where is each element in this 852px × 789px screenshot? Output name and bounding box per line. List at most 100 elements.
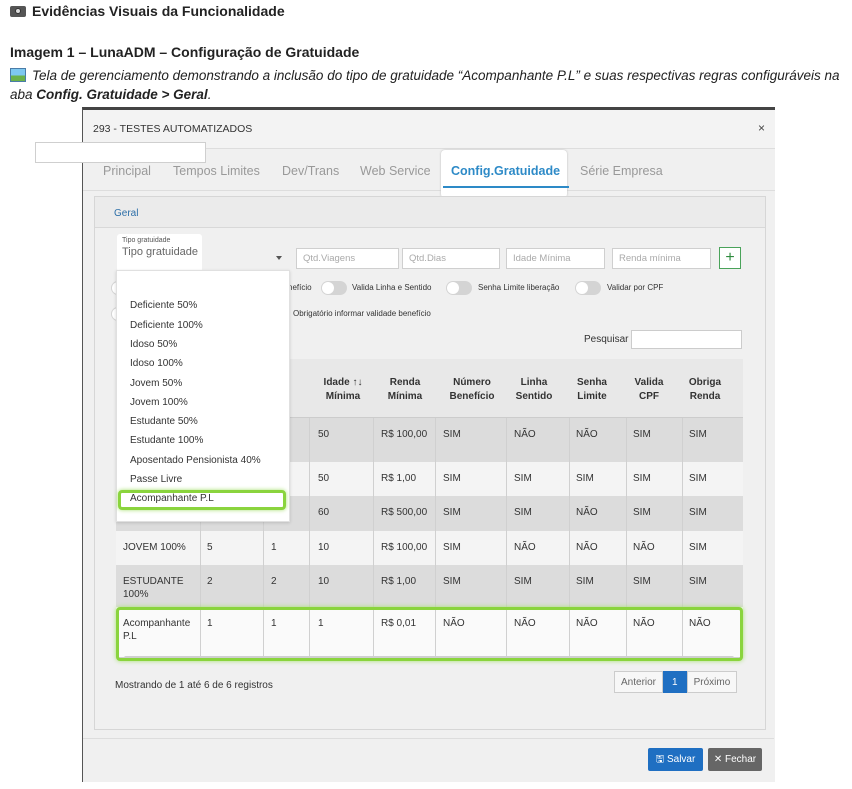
doc-subtitle: Imagem 1 – LunaADM – Configuração de Gra…	[10, 44, 360, 60]
column-divider	[435, 496, 436, 531]
toggle-senha-limite[interactable]	[446, 281, 472, 295]
pager-page-1[interactable]: 1	[663, 671, 687, 693]
tipo-gratuidade-field[interactable]: Tipo gratuidade Tipo gratuidade	[117, 234, 202, 272]
column-divider	[626, 462, 627, 496]
renda-minima-input[interactable]: Renda mínima	[612, 248, 711, 269]
cell-senha: NÃO	[576, 507, 598, 518]
column-divider	[626, 418, 627, 462]
column-divider	[263, 531, 264, 565]
picture-icon	[10, 68, 26, 82]
cell-cpf: SIM	[633, 576, 651, 587]
cell-numero: SIM	[443, 507, 461, 518]
cell-senha: SIM	[576, 576, 594, 587]
records-info: Mostrando de 1 até 6 de 6 registros	[115, 680, 273, 691]
column-divider	[682, 531, 683, 565]
table-row[interactable]: ESTUDANTE 100% 2 2 10 R$ 1,00 SIM SIM SIM SIM SIM	[116, 565, 743, 608]
dropdown-option[interactable]: Passe Livre	[130, 474, 182, 485]
cell-renda: R$ 500,00	[381, 507, 428, 518]
column-divider	[373, 531, 374, 565]
subtab-bar: Geral	[95, 197, 765, 228]
cell-idade: 60	[318, 507, 330, 518]
column-divider	[309, 496, 310, 531]
cell-renda: R$ 100,00	[381, 542, 428, 553]
dropdown-option[interactable]: Jovem 50%	[130, 378, 182, 389]
search-label: Pesquisar	[584, 334, 629, 345]
dropdown-option[interactable]: Idoso 100%	[130, 358, 183, 369]
close-label: Fechar	[725, 754, 757, 765]
cell-senha: NÃO	[576, 429, 598, 440]
toggle-beneficio-label: nefício	[288, 283, 312, 292]
tipo-gratuidade-placeholder: Tipo gratuidade	[122, 246, 199, 258]
dropdown-option[interactable]: Deficiente 50%	[130, 300, 197, 311]
cell-numero: SIM	[443, 542, 461, 553]
table-row[interactable]: JOVEM 100% 5 1 10 R$ 100,00 SIM NÃO NÃO NÃO SIM	[116, 531, 743, 566]
caption-bold: Config. Gratuidade > Geral	[36, 87, 208, 102]
cell-obriga: SIM	[689, 429, 707, 440]
column-divider	[569, 565, 570, 607]
column-divider	[309, 462, 310, 496]
close-icon[interactable]: ×	[758, 121, 765, 135]
cell-linha: SIM	[514, 473, 532, 484]
cell-senha: SIM	[576, 473, 594, 484]
doc-heading-text: Evidências Visuais da Funcionalidade	[32, 3, 285, 19]
qtd-viagens-input[interactable]: Qtd.Viagens	[296, 248, 399, 269]
pager-next[interactable]: Próximo	[686, 671, 738, 693]
column-divider	[626, 565, 627, 607]
cell-obriga: SIM	[689, 473, 707, 484]
column-divider	[435, 462, 436, 496]
cell-viagens: 5	[207, 542, 213, 553]
tab-config-gratuidade-label: Config.Gratuidade	[451, 164, 561, 178]
qtd-dias-input[interactable]: Qtd.Dias	[402, 248, 500, 269]
column-divider	[435, 418, 436, 462]
cell-tipo: ESTUDANTE 100%	[123, 576, 184, 600]
dropdown-option[interactable]: Estudante 50%	[130, 416, 198, 427]
column-divider	[626, 496, 627, 531]
doc-caption: Tela de gerenciamento demonstrando a inc…	[10, 66, 840, 104]
tab-serie-empresa[interactable]: Série Empresa	[580, 164, 663, 178]
header-obriga-renda: Obriga Renda	[688, 377, 722, 402]
search-input[interactable]	[631, 330, 742, 349]
add-button[interactable]: +	[719, 247, 741, 269]
cell-idade: 50	[318, 473, 330, 484]
column-divider	[200, 531, 201, 565]
column-divider	[682, 496, 683, 531]
tab-principal[interactable]: Principal	[103, 164, 151, 178]
pagination: Anterior 1 Próximo	[614, 671, 738, 693]
dropdown-option[interactable]: Idoso 50%	[130, 339, 177, 350]
column-divider	[569, 418, 570, 462]
toggle-validar-cpf[interactable]	[575, 281, 601, 295]
column-divider	[373, 418, 374, 462]
subtab-geral[interactable]: Geral	[114, 208, 138, 219]
save-button[interactable]: 🖫 Salvar	[648, 748, 703, 771]
tab-tempos-limites[interactable]: Tempos Limites	[173, 164, 260, 178]
close-button[interactable]: ✕ Fechar	[708, 748, 762, 771]
modal-title: 293 - TESTES AUTOMATIZADOS	[93, 123, 253, 135]
header-idade-minima: Idade ↑↓ Mínima	[323, 377, 363, 402]
chevron-down-icon[interactable]	[276, 256, 282, 260]
idade-minima-input[interactable]: Idade Mínima	[506, 248, 605, 269]
cell-obriga: SIM	[689, 542, 707, 553]
pager-prev[interactable]: Anterior	[614, 671, 664, 693]
column-divider	[263, 565, 264, 607]
cell-dias: 1	[271, 542, 277, 553]
dropdown-option[interactable]: Deficiente 100%	[130, 320, 203, 331]
column-divider	[506, 565, 507, 607]
save-label: Salvar	[666, 754, 696, 765]
dropdown-option[interactable]: Aposentado Pensionista 40%	[130, 455, 261, 466]
toggle-senha-limite-label: Senha Limite liberação	[478, 283, 560, 292]
dropdown-option[interactable]: Estudante 100%	[130, 435, 203, 446]
cell-linha: SIM	[514, 507, 532, 518]
header-valida-cpf: Valida CPF	[634, 377, 664, 402]
toggle-valida-linha[interactable]	[321, 281, 347, 295]
column-divider	[682, 418, 683, 462]
column-divider	[506, 531, 507, 565]
tab-dev-trans[interactable]: Dev/Trans	[282, 164, 339, 178]
cell-cpf: SIM	[633, 429, 651, 440]
tab-web-service[interactable]: Web Service	[360, 164, 431, 178]
column-divider	[682, 565, 683, 607]
tab-config-gratuidade[interactable]: Config.Gratuidade	[441, 150, 569, 198]
column-divider	[626, 531, 627, 565]
dropdown-option[interactable]: Jovem 100%	[130, 397, 188, 408]
cell-idade: 10	[318, 542, 330, 553]
tipo-gratuidade-select[interactable]	[35, 142, 206, 163]
